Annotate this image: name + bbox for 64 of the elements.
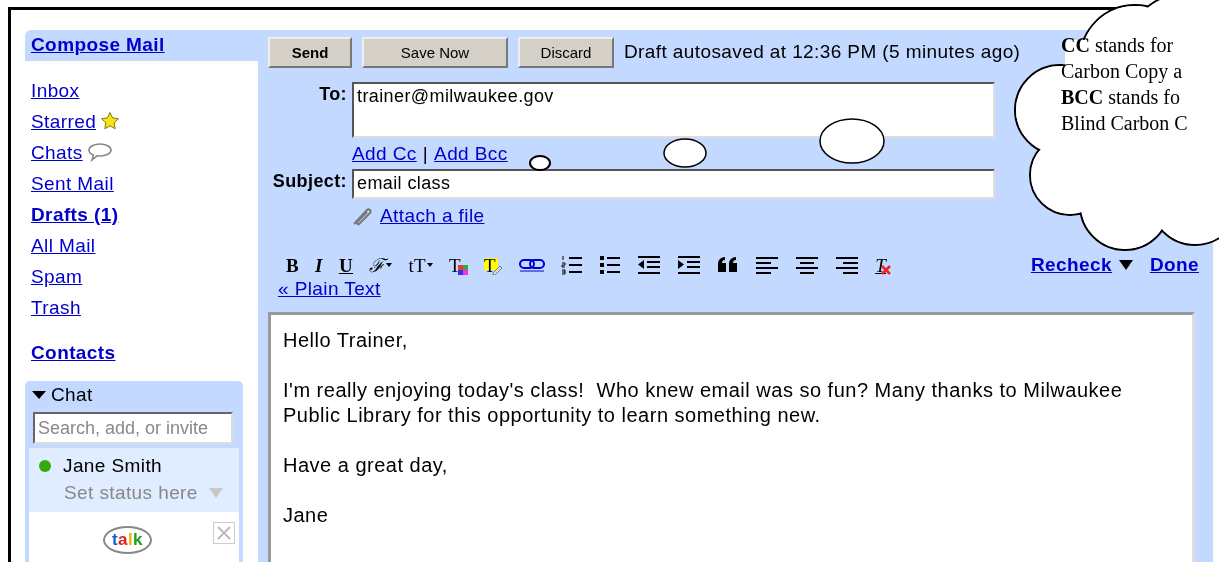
align-right-icon[interactable] bbox=[835, 256, 860, 274]
collapse-triangle-icon[interactable] bbox=[31, 389, 47, 401]
format-button[interactable]: T bbox=[449, 255, 469, 275]
to-label: To: bbox=[318, 83, 348, 105]
star-icon bbox=[100, 111, 121, 131]
callout-text: CC stands for bbox=[1061, 33, 1175, 58]
talk-logo: talk bbox=[103, 526, 152, 554]
folder-link[interactable]: Inbox bbox=[31, 80, 80, 102]
speech-bubble-icon bbox=[86, 142, 113, 162]
folder-link[interactable]: Chats bbox=[31, 142, 83, 164]
chat-search-field[interactable]: Search, add, or invite bbox=[33, 412, 233, 444]
folder-link[interactable]: Starred bbox=[31, 111, 97, 133]
message-body[interactable]: Hello Trainer, I'm really enjoying today's class! Who knew email was so fun? Many thanks to Milwaukee Public Library for this opportunity to learn something new. Have a great day, Jane bbox=[268, 312, 1195, 562]
folder-link[interactable]: Sent Mail bbox=[31, 173, 114, 195]
format-button[interactable]: T bbox=[875, 255, 892, 275]
plain-text-link[interactable]: « Plain Text bbox=[278, 278, 381, 300]
folder-link[interactable]: Drafts (1) bbox=[31, 204, 119, 226]
contacts-link[interactable]: Contacts bbox=[31, 342, 258, 364]
format-button[interactable]: tT bbox=[408, 255, 434, 275]
toolbar-button[interactable]: Discard bbox=[518, 36, 614, 68]
format-button[interactable]: ℱ bbox=[369, 255, 393, 275]
body-text: Hello Trainer, bbox=[283, 328, 409, 353]
separator: | bbox=[422, 143, 429, 165]
callout-bubble bbox=[529, 155, 551, 171]
paperclip-icon bbox=[350, 205, 374, 227]
to-field[interactable]: trainer@milwaukee.gov bbox=[352, 82, 995, 138]
format-button[interactable]: U bbox=[338, 255, 353, 275]
outdent-icon[interactable] bbox=[637, 255, 662, 275]
subject-field[interactable]: email class bbox=[352, 169, 995, 199]
dropdown-arrow-icon[interactable] bbox=[427, 262, 434, 267]
bulleted-list-icon[interactable] bbox=[599, 255, 622, 275]
body-text: I'm really enjoying today's class! Who knew email was so fun? Many thanks to Milwaukee Public Library for this opportunity to learn something new. bbox=[283, 378, 1124, 428]
toolbar-button[interactable]: Send bbox=[268, 36, 352, 68]
align-center-icon[interactable] bbox=[795, 256, 820, 274]
contact-name[interactable]: Jane Smith bbox=[63, 454, 163, 477]
autosave-status: Draft autosaved at 12:36 PM (5 minutes ago) bbox=[624, 41, 1021, 63]
compose-mail-link[interactable]: Compose Mail bbox=[31, 34, 165, 55]
folder-link[interactable]: All Mail bbox=[31, 235, 96, 257]
quote-icon[interactable] bbox=[717, 256, 740, 274]
recheck-link[interactable]: Recheck bbox=[1030, 254, 1112, 276]
add-recipient-link[interactable]: Add Bcc bbox=[434, 143, 508, 165]
attach-file-link[interactable]: Attach a file bbox=[380, 205, 485, 227]
done-link[interactable]: Done bbox=[1149, 254, 1199, 276]
toolbar-button[interactable]: Save Now bbox=[362, 36, 508, 68]
link-icon[interactable] bbox=[519, 258, 546, 272]
callout-text: Blind Carbon C bbox=[1061, 111, 1189, 136]
format-button[interactable]: B bbox=[286, 255, 300, 275]
align-left-icon[interactable] bbox=[755, 256, 780, 274]
subject-label: Subject: bbox=[271, 170, 348, 192]
body-text: Jane bbox=[283, 503, 330, 528]
callout-bubble bbox=[819, 118, 885, 164]
folder-link[interactable]: Trash bbox=[31, 297, 81, 319]
indent-icon[interactable] bbox=[677, 255, 702, 275]
callout-text: Carbon Copy a bbox=[1061, 59, 1184, 84]
numbered-list-icon[interactable] bbox=[561, 255, 584, 275]
format-button[interactable]: I bbox=[315, 255, 323, 275]
callout-text: BCC stands fo bbox=[1061, 85, 1181, 110]
dropdown-arrow-icon[interactable] bbox=[386, 262, 393, 267]
callout-bubble bbox=[663, 138, 707, 168]
dropdown-arrow-icon[interactable] bbox=[1117, 259, 1134, 271]
chat-title: Chat bbox=[51, 384, 93, 406]
add-recipient-link[interactable]: Add Cc bbox=[352, 143, 417, 165]
body-text: Have a great day, bbox=[283, 453, 449, 478]
folder-link[interactable]: Spam bbox=[31, 266, 83, 288]
